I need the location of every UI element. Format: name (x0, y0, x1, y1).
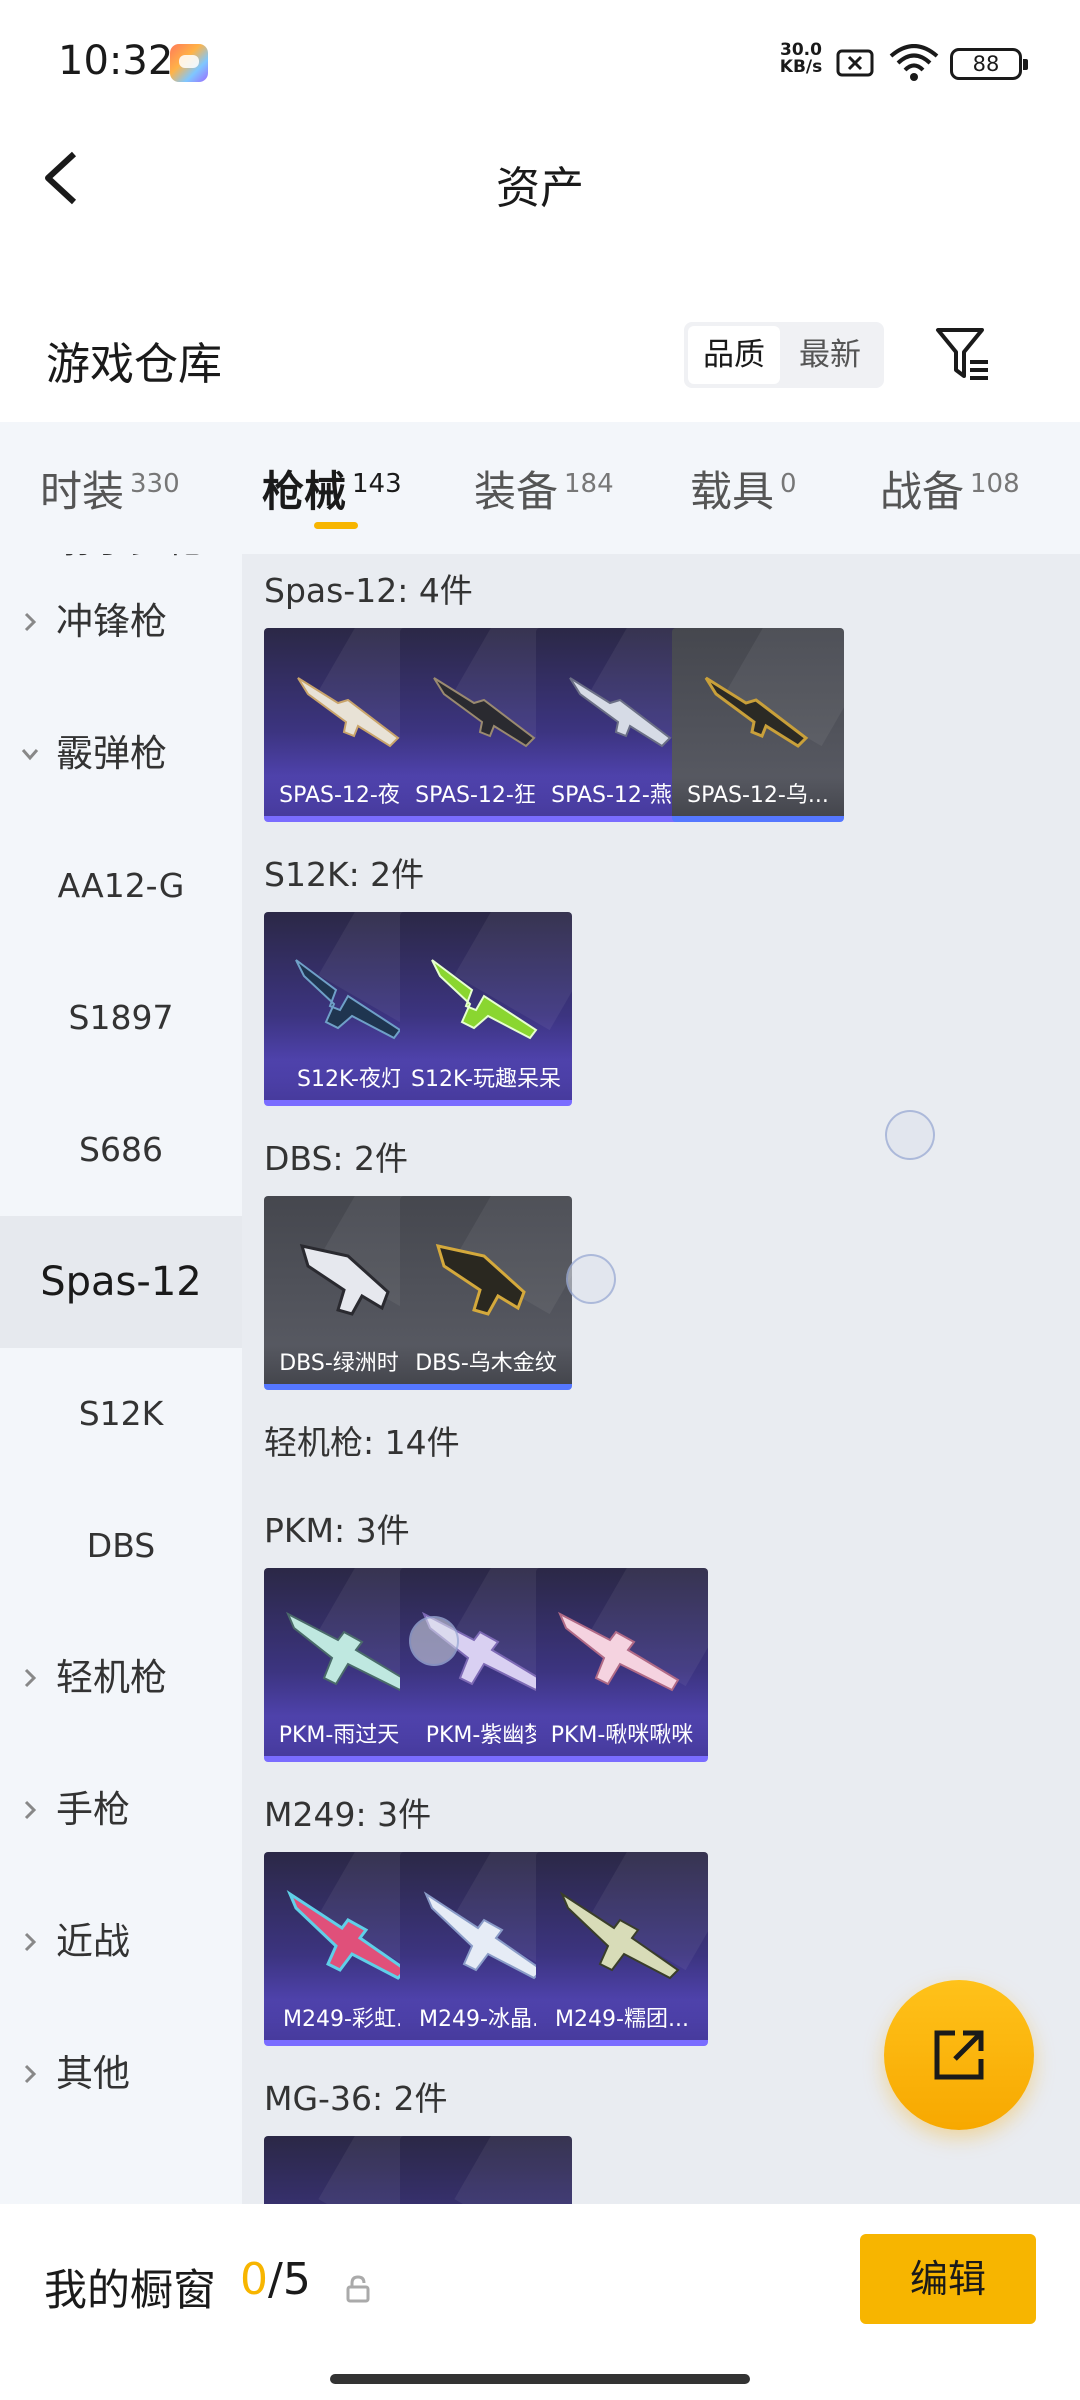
warehouse-title: 游戏仓库 (46, 339, 222, 390)
shotgun-icon (431, 959, 538, 1040)
chevron-right-icon (24, 1932, 37, 1952)
page-title: 资产 (496, 163, 584, 214)
wifi-icon (889, 44, 939, 81)
tab-supplies[interactable]: 战备 108 (880, 458, 1020, 518)
battery-indicator: 88 (950, 48, 1028, 80)
filter-icon[interactable] (934, 322, 994, 386)
network-speed: 30.0 KB/s (779, 40, 823, 77)
status-time: 10:32 (58, 38, 174, 84)
game-app-icon (170, 44, 208, 82)
chevron-right-icon (24, 1668, 37, 1688)
shotgun-icon (704, 676, 809, 748)
sidebar-item-dbs[interactable]: DBS (0, 1480, 242, 1612)
showcase-count: 0/5 (240, 2254, 311, 2305)
sidebar-item-spas12[interactable]: Spas-12 (0, 1216, 242, 1348)
weapon-skin-list: Spas-12: 4件 SPAS-12-夜... SPAS-12-狂... SP… (242, 554, 1080, 2204)
sort-toggle: 品质 最新 (684, 322, 884, 388)
sidebar-item-pistol[interactable]: 手枪 (0, 1744, 242, 1876)
chevron-down-icon (21, 749, 39, 761)
chevron-right-icon (24, 1800, 37, 1820)
weapon-category-sidebar: 射手步枪 冲锋枪 霰弹枪 AA12-G S1897 S686 Spas-12 S… (0, 554, 242, 2204)
skin-card[interactable]: PKM-啾咪啾咪 (536, 1568, 708, 1762)
skin-card[interactable]: M249-糯团... (536, 1852, 708, 2046)
shotgun-icon (435, 1243, 526, 1316)
section-header-spas12: Spas-12: 4件 (264, 571, 473, 610)
sidebar-item-melee[interactable]: 近战 (0, 1876, 242, 2008)
section-header-s12k: S12K: 2件 (264, 855, 425, 894)
section-header-m249: M249: 3件 (264, 1795, 432, 1834)
share-fab-button[interactable] (884, 1980, 1034, 2130)
touch-indicator (409, 1616, 459, 1666)
home-indicator[interactable] (330, 2374, 750, 2384)
skin-card[interactable]: SPAS-12-乌... (672, 628, 844, 822)
showcase-bar: 我的橱窗 0/5 编辑 (0, 2204, 1080, 2400)
chevron-right-icon (24, 612, 37, 632)
tab-vehicles[interactable]: 载具 0 (690, 458, 797, 518)
sidebar-item-smg[interactable]: 冲锋枪 (0, 556, 242, 688)
showcase-title: 我的橱窗 (44, 2266, 216, 2316)
section-header-pkm: PKM: 3件 (264, 1511, 410, 1550)
sidebar-item-s12k[interactable]: S12K (0, 1348, 242, 1480)
tab-equipment[interactable]: 装备 184 (474, 458, 614, 518)
section-header-mg36: MG-36: 2件 (264, 2079, 448, 2118)
section-header-lmg: 轻机枪: 14件 (264, 1423, 460, 1462)
sidebar-item-shotgun[interactable]: 霰弹枪 (0, 688, 242, 820)
skin-card[interactable]: DBS-乌木金纹 (400, 1196, 572, 1390)
sort-quality-button[interactable]: 品质 (688, 326, 780, 384)
no-sim-icon (836, 49, 874, 77)
skin-card[interactable] (400, 2136, 572, 2204)
touch-indicator (566, 1254, 616, 1304)
sidebar-item-aa12g[interactable]: AA12-G (0, 820, 242, 952)
chevron-right-icon (24, 2064, 37, 2084)
lock-icon (346, 2275, 370, 2303)
sidebar-item-s686[interactable]: S686 (0, 1084, 242, 1216)
share-icon (934, 2030, 984, 2080)
tab-firearms[interactable]: 枪械 143 (262, 458, 402, 518)
sidebar-item-lmg[interactable]: 轻机枪 (0, 1612, 242, 1744)
edit-button[interactable]: 编辑 (860, 2234, 1036, 2324)
sidebar-item-s1897[interactable]: S1897 (0, 952, 242, 1084)
skin-card[interactable]: S12K-玩趣呆呆 (400, 912, 572, 1106)
tab-costume[interactable]: 时装 330 (40, 458, 180, 518)
section-header-dbs: DBS: 2件 (264, 1139, 409, 1178)
active-tab-indicator (314, 522, 358, 529)
category-tabs: 时装 330 枪械 143 装备 184 载具 0 战备 108 (0, 422, 1080, 554)
sort-newest-button[interactable]: 最新 (784, 326, 876, 384)
touch-indicator (885, 1110, 935, 1160)
machine-gun-icon (559, 1891, 680, 1980)
sidebar-item-other[interactable]: 其他 (0, 2008, 242, 2140)
status-bar: 10:32 30.0 KB/s 88 (0, 0, 1080, 130)
machine-gun-icon (557, 1611, 680, 1692)
